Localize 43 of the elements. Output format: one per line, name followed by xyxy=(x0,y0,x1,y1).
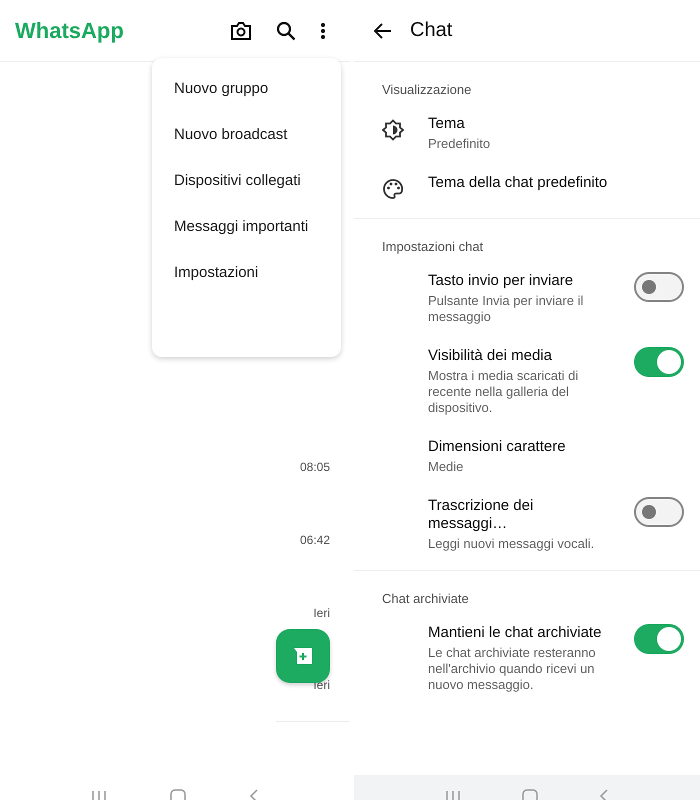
section-heading: Visualizzazione xyxy=(382,82,472,97)
more-options-icon[interactable] xyxy=(320,22,326,40)
setting-title[interactable]: Tasto invio per inviare xyxy=(428,272,604,290)
toggle-switch[interactable] xyxy=(634,497,684,527)
back-arrow-icon[interactable] xyxy=(374,22,392,38)
recent-apps-icon[interactable] xyxy=(444,791,461,800)
setting-title[interactable]: Visibilità dei media xyxy=(428,347,604,365)
section-heading: Chat archiviate xyxy=(382,591,469,606)
home-icon[interactable] xyxy=(522,789,538,800)
setting-title[interactable]: Tema xyxy=(428,115,678,133)
setting-description: Le chat archiviate resteranno nell'archivio quando ricevi un nuovo messaggio. xyxy=(428,645,597,693)
menu-item[interactable]: Dispositivi collegati xyxy=(152,158,341,204)
setting-description: Medie xyxy=(428,459,464,475)
back-icon[interactable] xyxy=(599,789,610,800)
setting-description: Mostra i media scaricati di recente nella galleria del dispositivo. xyxy=(428,368,580,416)
menu-item[interactable]: Impostazioni xyxy=(152,250,341,296)
toggle-switch[interactable] xyxy=(634,272,684,302)
setting-description: Predefinito xyxy=(428,136,492,152)
recent-apps-icon[interactable] xyxy=(91,791,108,800)
toggle-switch[interactable] xyxy=(634,624,684,654)
palette-icon xyxy=(382,178,404,200)
back-icon[interactable] xyxy=(248,789,259,800)
setting-title[interactable]: Tema della chat predefinito xyxy=(428,174,678,192)
chat-time: 08:05 xyxy=(300,460,330,474)
new-message-icon xyxy=(293,647,313,665)
setting-description: Leggi nuovi messaggi vocali. xyxy=(428,536,596,552)
setting-title[interactable]: Trascrizione dei messaggi… xyxy=(428,497,604,533)
menu-item[interactable]: Nuovo gruppo xyxy=(152,66,341,112)
toggle-switch[interactable] xyxy=(634,347,684,377)
setting-title[interactable]: Dimensioni carattere xyxy=(428,438,678,456)
section-heading: Impostazioni chat xyxy=(382,239,484,254)
setting-title[interactable]: Mantieni le chat archiviate xyxy=(428,624,604,642)
chat-time: Ieri xyxy=(313,606,330,620)
home-icon[interactable] xyxy=(170,789,186,800)
camera-icon[interactable] xyxy=(230,20,252,40)
app-title: WhatsApp xyxy=(15,18,124,44)
menu-item[interactable]: Nuovo broadcast xyxy=(152,112,341,158)
setting-description: Pulsante Invia per inviare il messaggio xyxy=(428,293,584,325)
chat-time: 06:42 xyxy=(300,532,330,546)
search-icon[interactable] xyxy=(276,20,296,40)
menu-item[interactable]: Messaggi importanti xyxy=(152,204,341,250)
brightness-icon xyxy=(382,119,404,141)
page-title: Chat xyxy=(410,19,452,42)
